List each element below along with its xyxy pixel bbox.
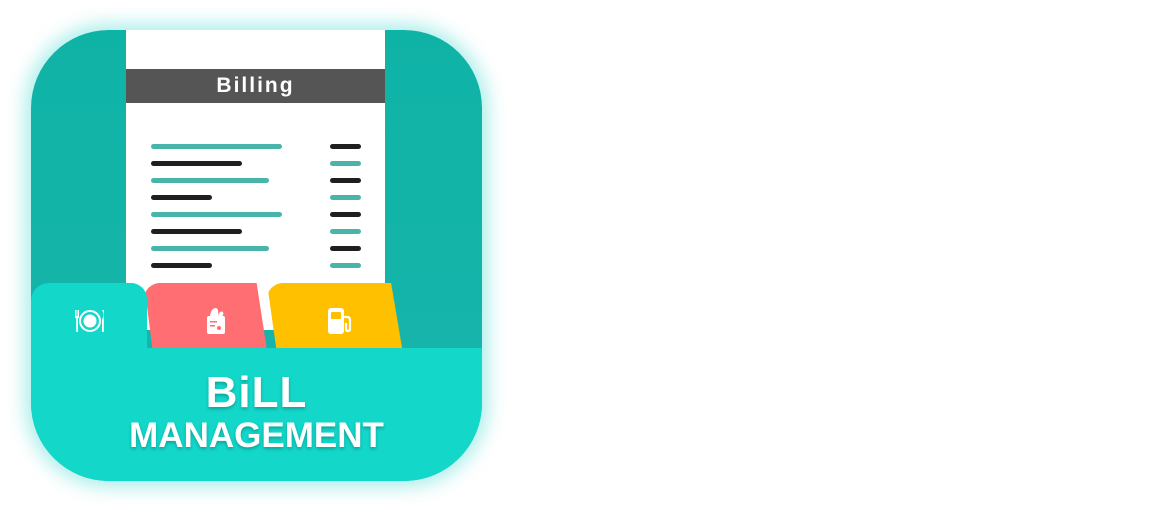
receipt-amount-line xyxy=(330,246,361,251)
receipt-line xyxy=(151,246,269,251)
grocery-bag-icon xyxy=(207,308,225,334)
app-icon[interactable]: Billing BiLL MANAGEMENT xyxy=(31,30,482,481)
receipt-line xyxy=(151,195,212,200)
receipt-amount-line xyxy=(330,161,361,166)
fork-plate-knife-icon xyxy=(75,310,104,332)
receipt-line xyxy=(151,229,242,234)
receipt-amount-line xyxy=(330,229,361,234)
app-subtitle: MANAGEMENT xyxy=(129,416,384,455)
receipt-amount-line xyxy=(330,212,361,217)
receipt-line xyxy=(151,161,242,166)
app-title: BiLL xyxy=(205,368,308,417)
receipt-line xyxy=(151,144,282,149)
receipt-line xyxy=(151,178,269,183)
receipt-line xyxy=(151,263,212,268)
receipt-line xyxy=(151,212,282,217)
receipt-header: Billing xyxy=(126,69,385,103)
receipt-amount-line xyxy=(330,263,361,268)
fuel-pump-icon xyxy=(328,308,352,334)
receipt-amount-line xyxy=(330,144,361,149)
receipt-amount-line xyxy=(330,195,361,200)
receipt-amount-line xyxy=(330,178,361,183)
